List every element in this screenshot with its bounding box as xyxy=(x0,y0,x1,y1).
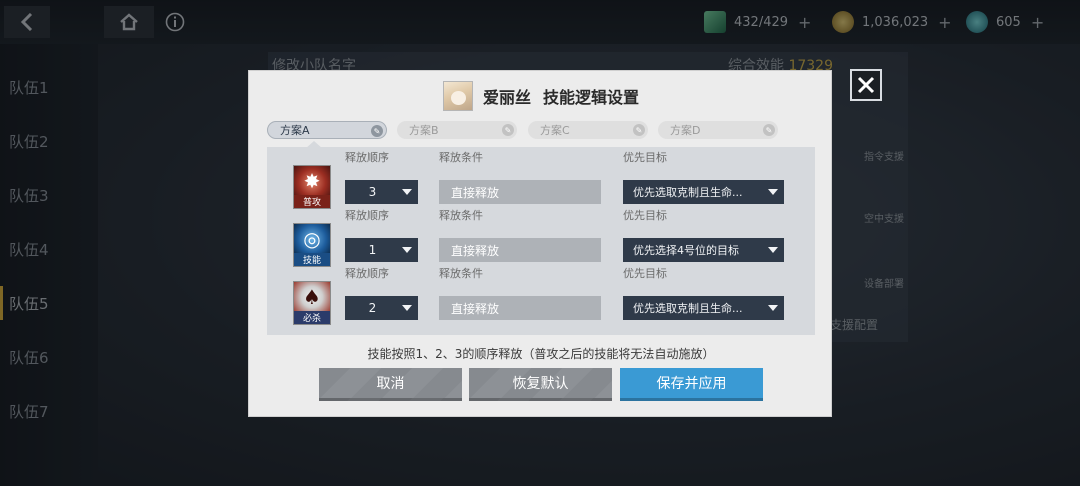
target-select[interactable]: 优先选择4号位的目标 xyxy=(623,238,784,262)
target-select[interactable]: 优先选取克制且生命... xyxy=(623,180,784,204)
order-value: 2 xyxy=(368,301,377,315)
chevron-down-icon xyxy=(768,189,778,195)
edit-pencil-icon[interactable]: ✎ xyxy=(371,125,383,137)
tab-plan-d[interactable]: 方案D ✎ xyxy=(658,121,778,139)
close-x-icon xyxy=(857,76,875,94)
tab-plan-c[interactable]: 方案C ✎ xyxy=(528,121,648,139)
character-avatar xyxy=(442,81,473,111)
target-label: 优先目标 xyxy=(623,151,667,164)
edit-pencil-icon[interactable]: ✎ xyxy=(633,124,645,136)
character-name: 爱丽丝 xyxy=(482,88,531,107)
edit-pencil-icon[interactable]: ✎ xyxy=(763,124,775,136)
skill-settings-panel: ✸ 普攻 释放顺序 3 释放条件 直接释放 优先目标 优先选取克制且生命... … xyxy=(267,147,815,335)
skill-logic-dialog: 爱丽丝 技能逻辑设置 方案A ✎ 方案B ✎ 方案C ✎ 方案D ✎ ✸ 普攻 … xyxy=(248,70,832,417)
chevron-down-icon xyxy=(402,305,412,311)
edit-pencil-icon[interactable]: ✎ xyxy=(502,124,514,136)
tab-label: 方案D xyxy=(670,124,701,137)
attack-art: ✸ xyxy=(294,166,330,196)
ultimate-icon: ♠ 必杀 xyxy=(293,281,331,325)
chevron-down-icon xyxy=(768,305,778,311)
dialog-title: 技能逻辑设置 xyxy=(543,88,640,107)
skill-icon: ◎ 技能 xyxy=(293,223,331,267)
order-value: 1 xyxy=(368,243,377,257)
skill-tag: 技能 xyxy=(294,253,330,266)
reset-default-button[interactable]: 恢复默认 xyxy=(469,368,612,401)
chevron-down-icon xyxy=(402,189,412,195)
skill-row-ultimate: ♠ 必杀 释放顺序 2 释放条件 直接释放 优先目标 优先选取克制且生命... xyxy=(267,267,815,329)
condition-label: 释放条件 xyxy=(439,151,483,164)
condition-label: 释放条件 xyxy=(439,209,483,222)
tab-label: 方案C xyxy=(540,124,570,137)
order-select[interactable]: 2 xyxy=(345,296,418,320)
tab-label: 方案A xyxy=(280,124,310,137)
condition-field[interactable]: 直接释放 xyxy=(439,238,601,262)
skill-row-skill: ◎ 技能 释放顺序 1 释放条件 直接释放 优先目标 优先选择4号位的目标 xyxy=(267,209,815,271)
order-select[interactable]: 3 xyxy=(345,180,418,204)
skill-row-normal-attack: ✸ 普攻 释放顺序 3 释放条件 直接释放 优先目标 优先选取克制且生命... xyxy=(267,151,815,213)
order-label: 释放顺序 xyxy=(345,151,389,164)
condition-label: 释放条件 xyxy=(439,267,483,280)
dialog-header: 爱丽丝 技能逻辑设置 xyxy=(249,79,833,113)
condition-field[interactable]: 直接释放 xyxy=(439,296,601,320)
order-label: 释放顺序 xyxy=(345,209,389,222)
order-hint-text: 技能按照1、2、3的顺序释放（普攻之后的技能将无法自动施放） xyxy=(367,347,715,361)
skill-tag: 必杀 xyxy=(294,311,330,324)
target-label: 优先目标 xyxy=(623,267,667,280)
target-label: 优先目标 xyxy=(623,209,667,222)
target-value: 优先选取克制且生命... xyxy=(633,302,743,315)
save-apply-button[interactable]: 保存并应用 xyxy=(620,368,763,401)
skill-tag: 普攻 xyxy=(294,195,330,208)
cancel-button[interactable]: 取消 xyxy=(319,368,462,401)
chevron-down-icon xyxy=(402,247,412,253)
order-label: 释放顺序 xyxy=(345,267,389,280)
skill-art: ◎ xyxy=(294,224,330,254)
target-value: 优先选择4号位的目标 xyxy=(633,244,739,257)
order-value: 3 xyxy=(368,185,377,199)
tab-label: 方案B xyxy=(409,124,439,137)
close-dialog-button[interactable] xyxy=(850,69,882,101)
target-value: 优先选取克制且生命... xyxy=(633,186,743,199)
chevron-down-icon xyxy=(768,247,778,253)
tab-plan-b[interactable]: 方案B ✎ xyxy=(397,121,517,139)
target-select[interactable]: 优先选取克制且生命... xyxy=(623,296,784,320)
ultimate-art: ♠ xyxy=(294,282,330,312)
tab-plan-a[interactable]: 方案A ✎ xyxy=(267,121,387,139)
condition-field[interactable]: 直接释放 xyxy=(439,180,601,204)
order-select[interactable]: 1 xyxy=(345,238,418,262)
normal-attack-icon: ✸ 普攻 xyxy=(293,165,331,209)
